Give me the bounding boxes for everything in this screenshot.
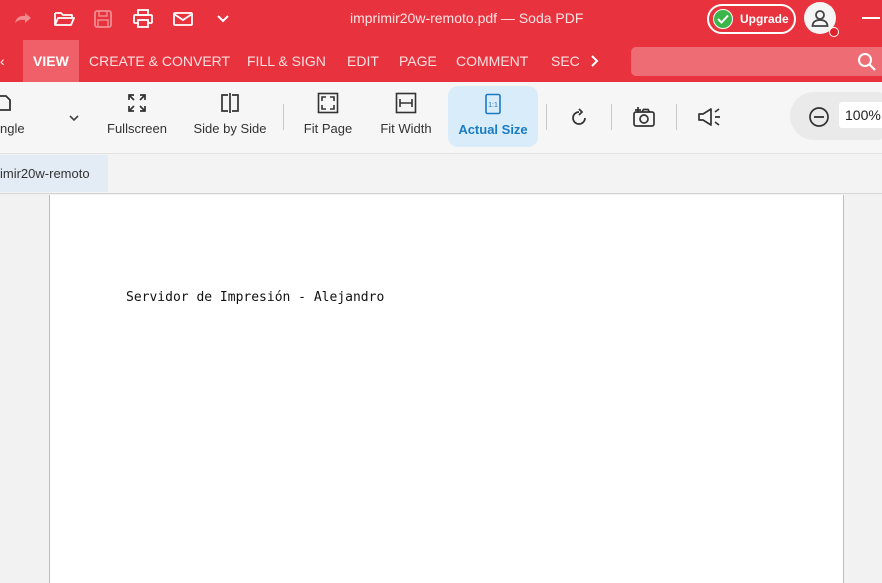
checkmark-icon [713,9,733,29]
zoom-out-icon[interactable] [808,106,830,133]
menu-create-convert[interactable]: CREATE & CONVERT [89,40,230,82]
menu-page[interactable]: PAGE [399,40,437,82]
fit-page-button[interactable]: Fit Page [298,82,358,154]
read-aloud-megaphone-icon[interactable] [696,105,724,134]
chevron-down-icon[interactable] [68,110,80,128]
fullscreen-icon [126,91,148,115]
window-title: imprimir20w-remoto.pdf — Soda PDF [350,10,584,26]
menu-bar: ‹ VIEW CREATE & CONVERT FILL & SIGN EDIT… [0,40,882,82]
fit-width-button[interactable]: Fit Width [374,82,438,154]
pdf-page: Servidor de Impresión - Alejandro [49,195,844,583]
upgrade-label: Upgrade [740,12,789,26]
menu-view[interactable]: VIEW [23,40,79,82]
notification-dot [829,27,839,37]
dropdown-chevron-icon[interactable] [211,8,235,30]
svg-text:1:1: 1:1 [488,102,498,109]
upgrade-button[interactable]: Upgrade [707,4,796,34]
rotate-icon[interactable] [568,107,590,134]
print-icon[interactable] [131,8,155,30]
view-ribbon: ngle Fullscreen Side by Side Fit Page Fi… [0,82,882,154]
fullscreen-button[interactable]: Fullscreen [103,82,171,154]
search-icon[interactable] [857,52,877,77]
side-by-side-icon [219,91,241,115]
user-avatar-button[interactable] [804,2,839,37]
document-tab-strip: imir20w-remoto [0,154,882,194]
chevron-right-icon[interactable] [588,54,602,68]
scroll-left-icon[interactable]: ‹ [0,40,5,82]
user-icon [811,10,829,27]
save-icon[interactable] [91,8,115,30]
ribbon-divider [611,104,612,130]
actual-size-icon: 1:1 [484,92,502,116]
single-page-button[interactable]: ngle [0,82,30,154]
menu-secure[interactable]: SEC [551,40,580,82]
menu-fill-sign[interactable]: FILL & SIGN [247,40,326,82]
menu-edit[interactable]: EDIT [347,40,379,82]
actual-size-button[interactable]: 1:1 Actual Size [448,86,538,147]
ribbon-divider [676,104,677,130]
single-page-icon [0,91,12,115]
soda-pdf-window: imprimir20w-remoto.pdf — Soda PDF Upgrad… [0,0,882,583]
menu-comment[interactable]: COMMENT [456,40,528,82]
mail-icon[interactable] [171,8,195,30]
zoom-control: 100% [790,92,882,140]
fit-width-icon [395,91,417,115]
document-tab[interactable]: imir20w-remoto [0,155,108,192]
side-by-side-button[interactable]: Side by Side [190,82,270,154]
redo-icon[interactable] [11,8,35,30]
ribbon-divider [546,104,547,130]
zoom-level-field[interactable]: 100% [839,102,882,128]
fit-page-icon [317,91,339,115]
minimize-button[interactable] [862,17,880,19]
search-input[interactable] [631,47,882,76]
snapshot-camera-icon[interactable] [632,105,656,134]
ribbon-divider [283,104,284,130]
title-bar: imprimir20w-remoto.pdf — Soda PDF Upgrad… [0,0,882,40]
page-text-line: Servidor de Impresión - Alejandro [126,290,385,305]
document-viewport[interactable]: Servidor de Impresión - Alejandro [0,195,882,583]
open-folder-icon[interactable] [52,8,76,30]
